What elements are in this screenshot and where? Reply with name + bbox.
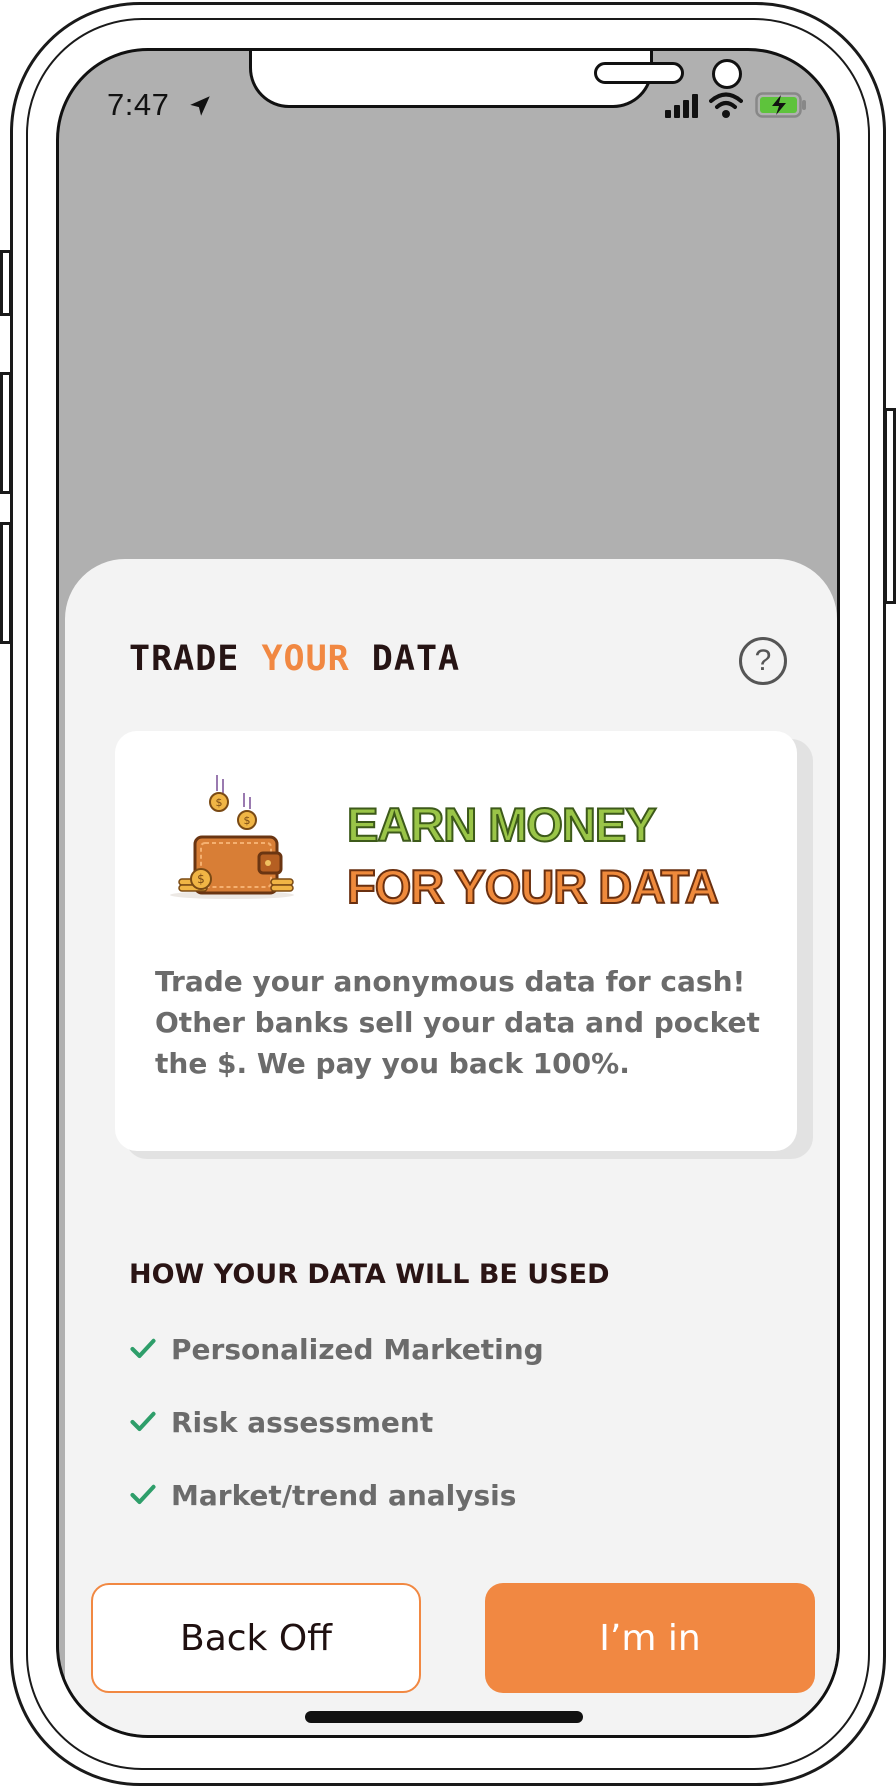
checkmark-icon [130, 1338, 156, 1359]
usage-item-label: Personalized Marketing [171, 1332, 544, 1366]
wallet-coins-illustration: $ $ $ [170, 775, 294, 899]
headline-earn-money: EARN MONEY [346, 797, 658, 852]
usage-heading: HOW YOUR DATA WILL BE USED [129, 1259, 610, 1290]
checkmark-icon [130, 1411, 156, 1432]
sheet-title: TRADE YOUR DATA [129, 639, 461, 679]
phone-screen: 7:47 TRADE YOUR DATA ? $ $ $ EARN MONEY … [56, 48, 840, 1738]
title-accent: YOUR [261, 639, 350, 679]
speaker [594, 62, 684, 84]
info-card: $ $ $ EARN MONEY FOR YOUR DATA Trade you… [115, 731, 797, 1151]
usage-item: Risk assessment [129, 1402, 433, 1442]
front-camera [712, 59, 742, 89]
usage-item: Market/trend analysis [129, 1475, 516, 1515]
status-time: 7:47 [107, 87, 170, 122]
usage-item-label: Market/trend analysis [171, 1478, 517, 1512]
location-arrow-icon [190, 96, 210, 116]
headline-for-your-data: FOR YOUR DATA [346, 859, 720, 914]
mute-switch [0, 250, 12, 316]
svg-text:$: $ [197, 872, 205, 886]
volume-down-button [0, 522, 12, 644]
help-button[interactable]: ? [739, 637, 787, 685]
svg-text:$: $ [216, 796, 223, 809]
checkmark-icon [130, 1484, 156, 1505]
usage-item: Personalized Marketing [129, 1329, 544, 1369]
usage-item-label: Risk assessment [171, 1405, 434, 1439]
question-icon: ? [754, 644, 772, 677]
notch [249, 51, 742, 108]
card-description: Trade your anonymous data for cash! Othe… [155, 965, 760, 1080]
back-off-button[interactable]: Back Off [91, 1583, 421, 1693]
im-in-button[interactable]: I’m in [485, 1583, 815, 1693]
battery-charging-icon [755, 92, 806, 118]
svg-text:$: $ [244, 814, 251, 827]
signal-icon [665, 94, 698, 118]
power-button [884, 408, 896, 604]
wifi-icon [709, 92, 743, 118]
volume-up-button [0, 372, 12, 494]
bottom-sheet: TRADE YOUR DATA ? $ $ $ EARN MONEY FOR Y… [65, 559, 837, 1735]
home-indicator[interactable] [305, 1711, 583, 1723]
